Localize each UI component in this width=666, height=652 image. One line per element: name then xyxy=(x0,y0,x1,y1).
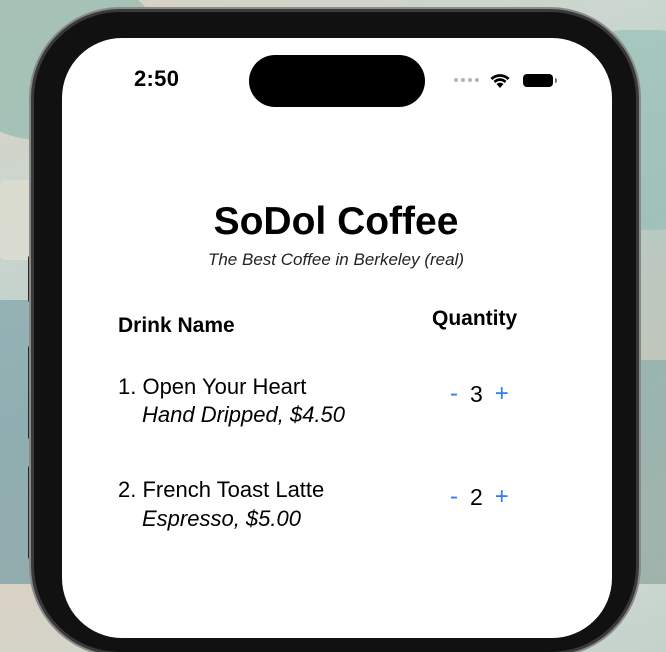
quantity-value: 3 xyxy=(470,380,483,407)
status-icons xyxy=(454,70,557,90)
drink-detail: Espresso, $5.00 xyxy=(142,506,301,531)
quantity-stepper: - 3 + xyxy=(450,380,509,408)
increment-button[interactable]: + xyxy=(495,380,509,408)
quantity-value: 2 xyxy=(470,483,483,510)
increment-button[interactable]: + xyxy=(495,483,509,511)
drink-name: 2. French Toast Latte xyxy=(118,477,325,502)
wifi-icon xyxy=(490,74,510,88)
app-screen: 2:50 SoDol Coffee The Best Coffee in Ber… xyxy=(62,38,612,638)
dynamic-island xyxy=(249,55,425,107)
battery-icon xyxy=(523,73,557,87)
decrement-button[interactable]: - xyxy=(450,380,458,408)
column-header-drink-name: Drink Name xyxy=(118,314,235,337)
quantity-stepper: - 2 + xyxy=(450,483,509,511)
drink-name: 1. Open Your Heart xyxy=(118,374,307,399)
drink-detail: Hand Dripped, $4.50 xyxy=(142,402,346,427)
page-title: SoDol Coffee xyxy=(213,200,459,243)
decrement-button[interactable]: - xyxy=(450,483,458,511)
page-subtitle: The Best Coffee in Berkeley (real) xyxy=(207,250,465,269)
status-time: 2:50 xyxy=(134,66,180,91)
cellular-signal-icon xyxy=(454,78,479,82)
column-header-quantity: Quantity xyxy=(432,307,518,330)
